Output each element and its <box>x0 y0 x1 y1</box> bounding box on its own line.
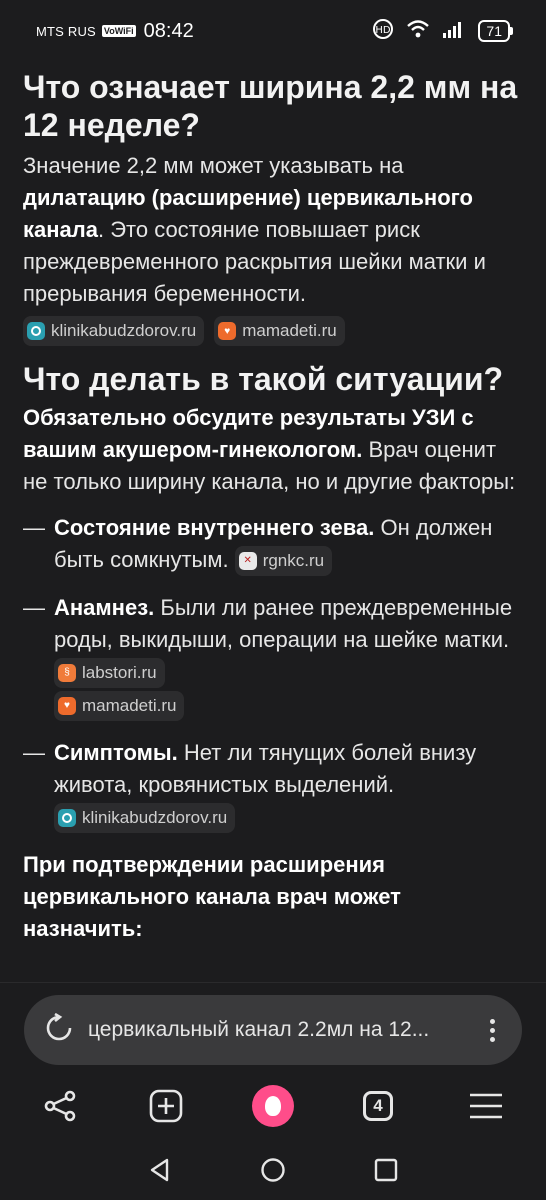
browser-toolbar: 4 <box>0 1076 546 1136</box>
home-button[interactable] <box>257 1154 289 1186</box>
wifi-icon <box>406 19 430 43</box>
paragraph-what-to-do: Обязательно обсудите результаты УЗИ с ва… <box>23 405 516 494</box>
share-button[interactable] <box>38 1084 82 1128</box>
plus-square-icon <box>149 1089 183 1123</box>
menu-button[interactable] <box>464 1084 508 1128</box>
source-chip-mamadeti[interactable]: ♥ mamadeti.ru <box>54 690 185 721</box>
status-bar: MTS RUS VoWiFi 08:42 HD 71 <box>0 0 546 62</box>
search-area: цервикальный канал 2.2мл на 12... <box>0 982 546 1077</box>
alice-button[interactable] <box>251 1084 295 1128</box>
paragraph-width-meaning: Значение 2,2 мм может указывать на дилат… <box>23 153 486 306</box>
signal-icon <box>442 19 466 43</box>
back-button[interactable] <box>144 1154 176 1186</box>
home-circle-icon <box>261 1158 285 1182</box>
klinika-icon <box>58 808 76 827</box>
share-icon <box>44 1090 76 1122</box>
tabs-button[interactable]: 4 <box>356 1084 400 1128</box>
list-item: — Состояние внутреннего зева. Он должен … <box>23 512 523 577</box>
recents-button[interactable] <box>370 1154 402 1186</box>
list-item: — Симптомы. Нет ли тянущих болей внизу ж… <box>23 737 523 833</box>
vowifi-badge: VoWiFi <box>101 25 136 37</box>
sources-row-1: klinikabudzdorov.ru ♥ mamadeti.ru <box>23 316 523 346</box>
refresh-icon[interactable] <box>44 1012 74 1048</box>
alice-icon <box>252 1085 294 1127</box>
heading-what-to-do: Что делать в такой ситуации? <box>23 361 504 397</box>
klinika-icon <box>27 322 45 340</box>
search-query[interactable]: цервикальный канал 2.2мл на 12... <box>88 1018 482 1042</box>
volte-icon: HD <box>372 18 394 44</box>
menu-icon <box>470 1093 502 1119</box>
carrier-name: MTS RUS <box>36 23 96 39</box>
recents-square-icon <box>374 1158 398 1182</box>
battery-icon: 71 <box>478 20 513 42</box>
search-bar[interactable]: цервикальный канал 2.2мл на 12... <box>24 995 522 1065</box>
status-time: 08:42 <box>143 19 194 42</box>
source-chip-klinikabudzdorov[interactable]: klinikabudzdorov.ru <box>54 802 236 833</box>
system-nav-bar <box>0 1140 546 1200</box>
closing-paragraph: При подтверждении расширения цервикально… <box>23 851 401 941</box>
more-options-icon[interactable] <box>482 1018 502 1042</box>
mamadeti-icon: ♥ <box>58 696 76 715</box>
labstori-icon: § <box>58 664 76 683</box>
source-chip-mamadeti[interactable]: ♥ mamadeti.ru <box>214 316 345 346</box>
heading-width-meaning: Что означает ширина 2,2 мм на 12 неделе? <box>23 69 518 143</box>
mamadeti-icon: ♥ <box>218 322 237 340</box>
tabs-count: 4 <box>363 1091 393 1121</box>
answer-content: Что означает ширина 2,2 мм на 12 неделе?… <box>23 68 523 945</box>
back-triangle-icon <box>150 1158 169 1182</box>
new-tab-button[interactable] <box>144 1084 188 1128</box>
svg-text:HD: HD <box>376 25 392 36</box>
source-chip-rgnkc[interactable]: ✕ rgnkc.ru <box>234 546 333 577</box>
source-chip-labstori[interactable]: § labstori.ru <box>54 658 165 689</box>
rgnkc-icon: ✕ <box>238 552 257 571</box>
source-chip-klinikabudzdorov[interactable]: klinikabudzdorov.ru <box>23 316 205 346</box>
list-item: — Анамнез. Были ли ранее преждевременные… <box>23 592 523 721</box>
factors-list: — Состояние внутреннего зева. Он должен … <box>23 512 523 833</box>
